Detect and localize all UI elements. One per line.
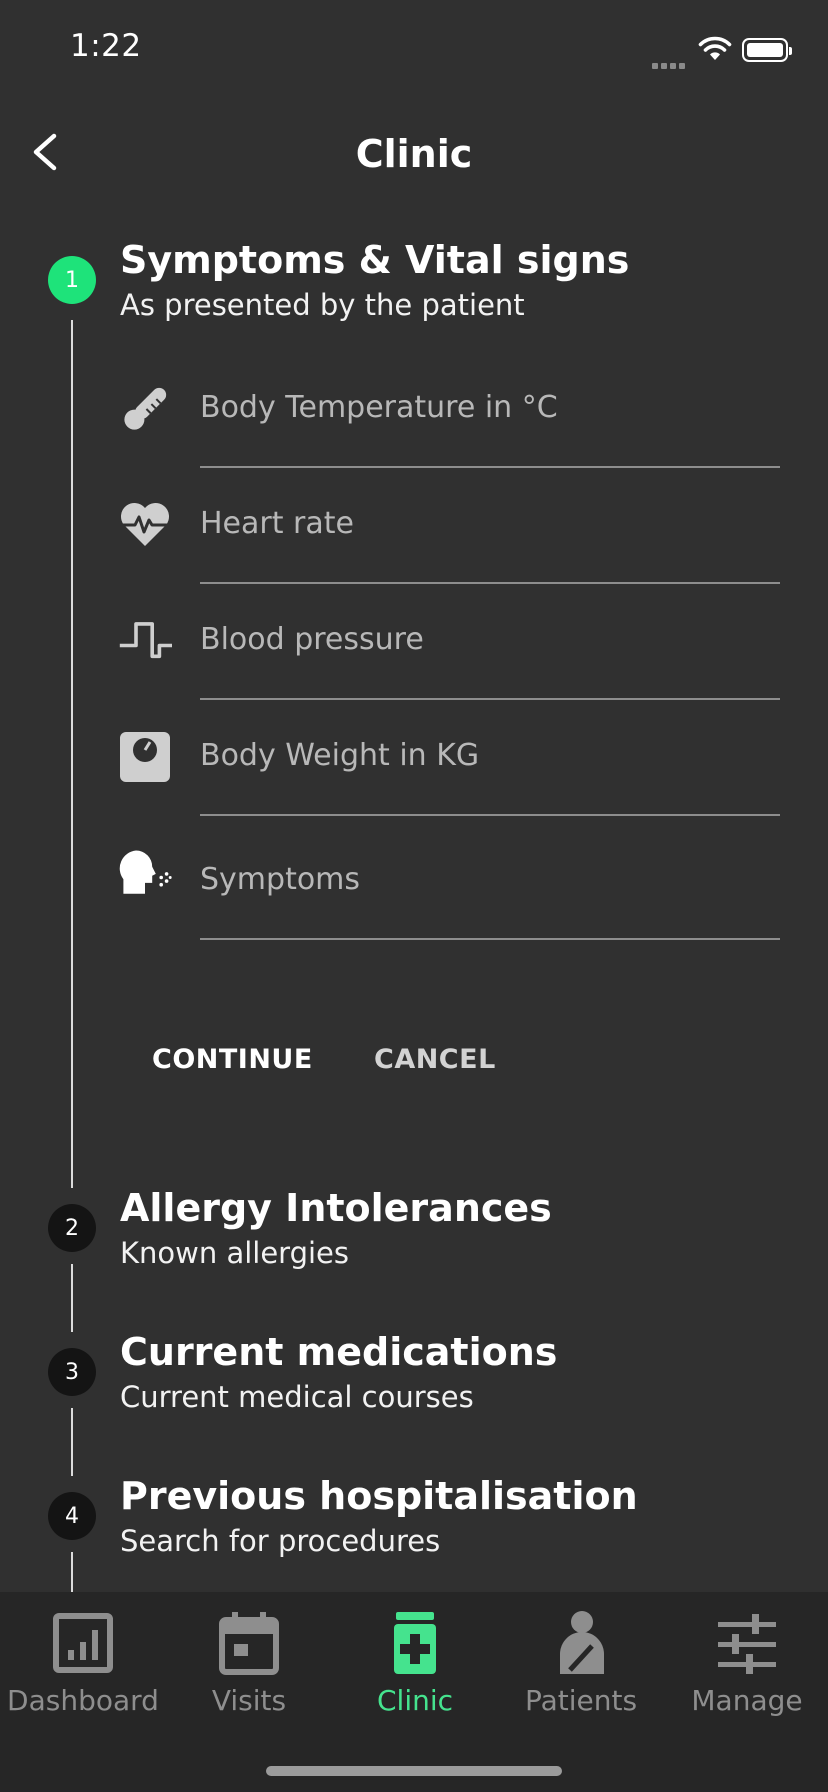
blood-pressure-icon	[119, 622, 172, 659]
tab-label-visits: Visits	[211, 1684, 287, 1717]
field-underline	[200, 582, 780, 584]
step-subtitle-3: Current medical courses	[120, 1380, 474, 1414]
head-cough-icon	[119, 850, 172, 894]
tab-label-patients: Patients	[524, 1684, 638, 1717]
wifi-icon	[698, 36, 732, 60]
patient-icon	[560, 1611, 604, 1674]
step-subtitle-1: As presented by the patient	[120, 288, 525, 322]
field-underline	[200, 814, 780, 816]
step-connector	[71, 1408, 73, 1476]
heart-rate-icon	[120, 502, 170, 546]
cancel-button[interactable]: CANCEL	[374, 1044, 496, 1075]
cellular-signal-icon	[652, 54, 688, 73]
sliders-icon	[718, 1614, 776, 1674]
step-title-3[interactable]: Current medications	[120, 1330, 557, 1374]
body-weight-input[interactable]: Body Weight in KG	[200, 738, 479, 773]
tab-label-dashboard: Dashboard	[7, 1684, 159, 1717]
heart-rate-input[interactable]: Heart rate	[200, 506, 354, 541]
step-connector	[71, 320, 73, 1188]
tab-label-manage: Manage	[691, 1684, 803, 1717]
step-number-3[interactable]: 3	[48, 1348, 96, 1396]
field-underline	[200, 938, 780, 940]
tab-visits[interactable]: Visits	[166, 1610, 332, 1717]
step-connector	[71, 1264, 73, 1332]
step-title-4[interactable]: Previous hospitalisation	[120, 1474, 638, 1518]
blood-pressure-input[interactable]: Blood pressure	[200, 622, 424, 657]
step-title-1[interactable]: Symptoms & Vital signs	[120, 238, 629, 282]
calendar-icon	[219, 1612, 279, 1675]
tab-label-clinic: Clinic	[376, 1684, 454, 1717]
step-title-2[interactable]: Allergy Intolerances	[120, 1186, 552, 1230]
home-indicator[interactable]	[266, 1766, 562, 1776]
field-underline	[200, 698, 780, 700]
continue-button[interactable]: CONTINUE	[152, 1044, 313, 1075]
step-subtitle-2: Known allergies	[120, 1236, 350, 1270]
tab-dashboard[interactable]: Dashboard	[0, 1610, 166, 1717]
tab-clinic[interactable]: Clinic	[332, 1610, 498, 1717]
dashboard-icon	[53, 1613, 113, 1673]
weight-scale-icon	[120, 732, 170, 782]
battery-icon	[742, 38, 792, 62]
step-number-2[interactable]: 2	[48, 1204, 96, 1252]
tab-patients[interactable]: Patients	[498, 1610, 664, 1717]
step-connector	[71, 1552, 73, 1592]
step-number-1[interactable]: 1	[48, 256, 96, 304]
clinic-icon	[394, 1612, 436, 1674]
body-temperature-input[interactable]: Body Temperature in °C	[200, 390, 558, 425]
step-number-4[interactable]: 4	[48, 1492, 96, 1540]
tab-manage[interactable]: Manage	[664, 1610, 828, 1717]
step-subtitle-4: Search for procedures	[120, 1524, 441, 1558]
field-underline	[200, 466, 780, 468]
status-time: 1:22	[70, 28, 142, 64]
page-title: Clinic	[355, 132, 473, 176]
thermometer-icon	[124, 387, 167, 430]
symptoms-input[interactable]: Symptoms	[200, 862, 360, 897]
